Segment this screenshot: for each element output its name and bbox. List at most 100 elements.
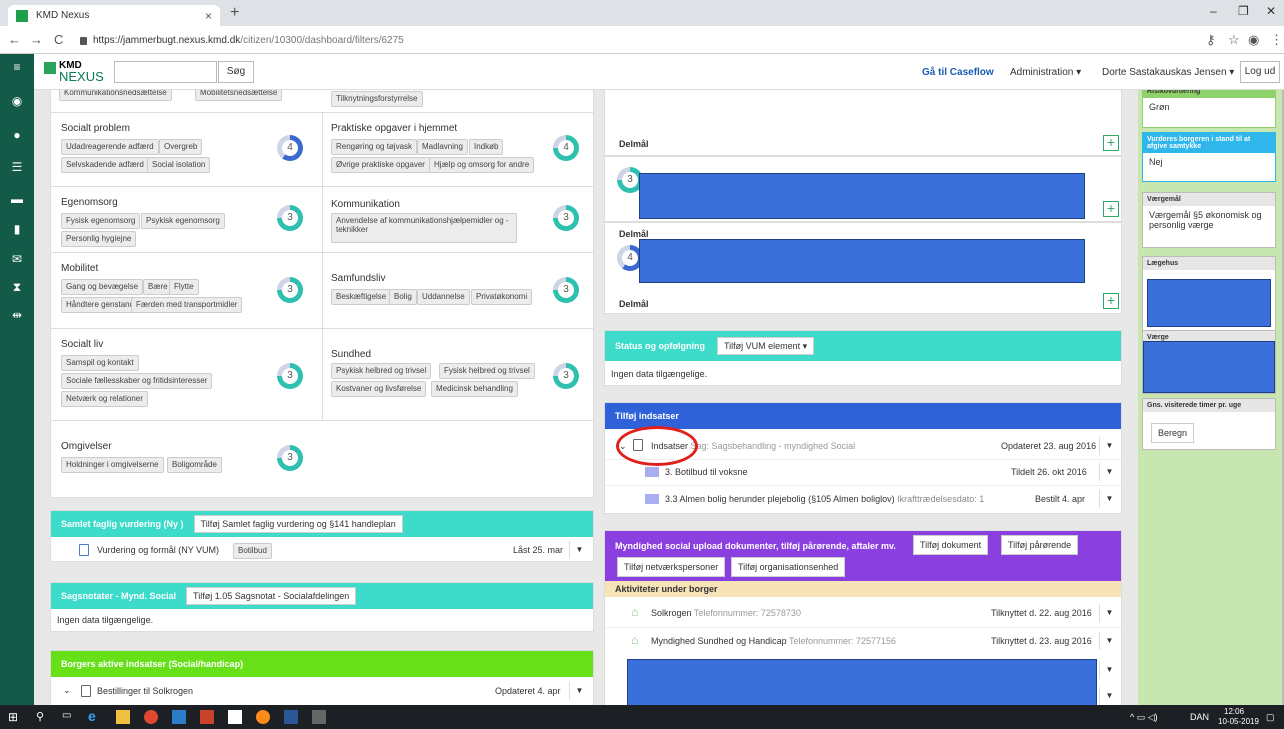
tilfoej-organisation-button[interactable]: Tilføj organisationsenhed — [731, 557, 846, 577]
outlook-icon[interactable] — [172, 710, 186, 724]
count-donut[interactable]: 3 — [553, 363, 579, 389]
search-button[interactable]: Søg — [218, 61, 254, 83]
url-field[interactable]: https://jammerbugt.nexus.kmd.dk/citizen/… — [80, 30, 1190, 50]
tilfoej-paaroerende-button[interactable]: Tilføj pårørende — [1001, 535, 1079, 555]
chevron-down-icon[interactable]: ▼ — [569, 541, 589, 559]
document-icon[interactable] — [228, 710, 242, 724]
category-title[interactable]: Samfundsliv — [331, 273, 385, 284]
reload-icon[interactable]: C — [54, 32, 63, 47]
redacted-block — [1143, 341, 1275, 393]
list-icon[interactable]: ☰ — [8, 160, 26, 174]
aktive-header: Borgers aktive indsatser (Social/handica… — [51, 651, 593, 677]
menu-icon[interactable]: ⋮ — [1270, 32, 1283, 48]
chevron-down-icon[interactable]: ▼ — [1099, 632, 1119, 650]
tag: Gang og bevægelse — [61, 279, 144, 295]
hamburger-icon[interactable]: ≡ — [8, 60, 26, 74]
tag: Fysisk egenomsorg — [61, 213, 141, 229]
search-icon[interactable]: ⚲ — [36, 710, 50, 724]
briefcase-icon[interactable]: ▬ — [8, 192, 26, 206]
back-icon[interactable]: ← — [8, 32, 21, 47]
hourglass-icon[interactable]: ⧗ — [8, 280, 26, 294]
category-title[interactable]: Socialt problem — [61, 123, 130, 134]
count-donut[interactable]: 4 — [553, 135, 579, 161]
house-icon: ⌂ — [631, 633, 639, 647]
close-tab-icon[interactable]: × — [205, 9, 212, 23]
tilfoej-dokument-button[interactable]: Tilføj dokument — [913, 535, 989, 555]
task-view-icon[interactable]: ▭ — [62, 710, 76, 724]
close-window-icon[interactable]: ✕ — [1266, 4, 1276, 18]
tag: Færden med transportmidler — [131, 297, 243, 313]
chevron-down-icon[interactable]: ▼ — [1099, 604, 1119, 622]
category-title[interactable]: Praktiske opgaver i hjemmet — [331, 123, 457, 134]
building-icon[interactable]: ▮ — [8, 222, 26, 236]
notification-icon[interactable]: ▢ — [1266, 712, 1275, 723]
row-date: Bestilt 4. apr — [1035, 494, 1086, 504]
myndighed-title: Myndighed social upload dokumenter, tilf… — [615, 541, 896, 551]
botilbud-row[interactable]: 3. Botilbud til voksne — [665, 467, 748, 477]
key-icon[interactable]: ⚷ — [1206, 32, 1216, 48]
new-tab-icon[interactable]: + — [230, 4, 239, 22]
category-title[interactable]: Omgivelser — [61, 441, 112, 452]
windows-start-icon[interactable]: ⊞ — [8, 710, 22, 724]
person-icon[interactable]: ● — [8, 128, 26, 142]
powerpoint-icon[interactable] — [200, 710, 214, 724]
logout-button[interactable]: Log ud — [1240, 61, 1280, 83]
chevron-down-icon[interactable]: ▼ — [1099, 490, 1119, 508]
word-icon[interactable] — [284, 710, 298, 724]
category-title[interactable]: Egenomsorg — [61, 197, 118, 208]
language-indicator[interactable]: DAN — [1190, 712, 1209, 722]
app-icon[interactable] — [312, 710, 326, 724]
tilfoej-samlet-button[interactable]: Tilføj Samlet faglig vurdering og §141 h… — [193, 515, 403, 533]
minimize-icon[interactable]: – — [1210, 4, 1217, 18]
tag: Anvendelse af kommunikationshjælpemidler… — [331, 213, 517, 243]
explorer-icon[interactable] — [116, 710, 130, 724]
tilfoej-vum-button[interactable]: Tilføj VUM element ▾ — [716, 337, 815, 355]
tilfoej-netvaerk-button[interactable]: Tilføj netværkspersoner — [617, 557, 726, 577]
count-donut[interactable]: 3 — [277, 445, 303, 471]
category-title[interactable]: Kommunikation — [331, 199, 400, 210]
maximize-icon[interactable]: ❐ — [1238, 4, 1249, 18]
tray-icons[interactable]: ^ ▭ ◁) — [1130, 712, 1158, 723]
chevron-down-icon[interactable]: ▼ — [1099, 463, 1119, 481]
chevron-down-icon[interactable]: ▼ — [569, 682, 589, 700]
chevron-down-icon[interactable]: ▼ — [1099, 661, 1119, 679]
count-donut[interactable]: 3 — [553, 277, 579, 303]
count-donut[interactable]: 4 — [277, 135, 303, 161]
edge-icon[interactable]: e — [88, 708, 102, 724]
forward-icon[interactable]: → — [30, 32, 43, 47]
category-title[interactable]: Mobilitet — [61, 263, 98, 274]
add-delmaal-icon[interactable]: + — [1103, 201, 1119, 217]
browser-tab[interactable]: KMD Nexus × — [8, 5, 220, 26]
administration-menu[interactable]: Administration ▾ — [1010, 67, 1081, 78]
kmd-nexus-logo[interactable]: KMD NEXUS — [44, 60, 104, 86]
vurdering-row[interactable]: Vurdering og formål (NY VUM) — [97, 545, 219, 555]
bestillinger-row[interactable]: Bestillinger til Solkrogen — [97, 686, 193, 696]
user-menu[interactable]: Dorte Sastakauskas Jensen ▾ — [1102, 67, 1234, 78]
account-icon[interactable]: ◉ — [1248, 32, 1259, 48]
count-donut[interactable]: 3 — [277, 277, 303, 303]
count-donut[interactable]: 3 — [277, 205, 303, 231]
count-donut[interactable]: 3 — [553, 205, 579, 231]
chrome-icon[interactable] — [144, 710, 158, 724]
donut-count: 3 — [558, 368, 574, 384]
chevron-down-icon[interactable]: ▼ — [1099, 437, 1119, 455]
add-delmaal-icon[interactable]: + — [1103, 135, 1119, 151]
category-title[interactable]: Sundhed — [331, 349, 371, 360]
solkrogen-row[interactable]: Solkrogen Telefonnummer: 72578730 — [651, 608, 801, 618]
eye-icon[interactable]: ◉ — [8, 94, 26, 108]
category-title[interactable]: Socialt liv — [61, 339, 103, 350]
caseflow-link[interactable]: Gå til Caseflow — [922, 67, 994, 78]
chevron-down-icon[interactable]: ⌄ — [63, 685, 71, 696]
search-input[interactable] — [114, 61, 217, 83]
mail-icon[interactable]: ✉ — [8, 252, 26, 266]
count-donut[interactable]: 3 — [277, 363, 303, 389]
star-icon[interactable]: ☆ — [1228, 32, 1240, 48]
myndighed-sundhed-row[interactable]: Myndighed Sundhed og Handicap Telefonnum… — [651, 636, 896, 646]
add-delmaal-icon[interactable]: + — [1103, 293, 1119, 309]
app-icon[interactable] — [256, 710, 270, 724]
tilfoej-sagsnotat-button[interactable]: Tilføj 1.05 Sagsnotat - Socialafdelingen — [186, 587, 357, 605]
beregn-button[interactable]: Beregn — [1151, 423, 1195, 443]
chevron-down-icon[interactable]: ▼ — [1099, 687, 1119, 705]
almen-bolig-row[interactable]: 3.3 Almen bolig herunder plejebolig (§10… — [665, 494, 984, 504]
split-icon[interactable]: ⇹ — [8, 308, 26, 322]
